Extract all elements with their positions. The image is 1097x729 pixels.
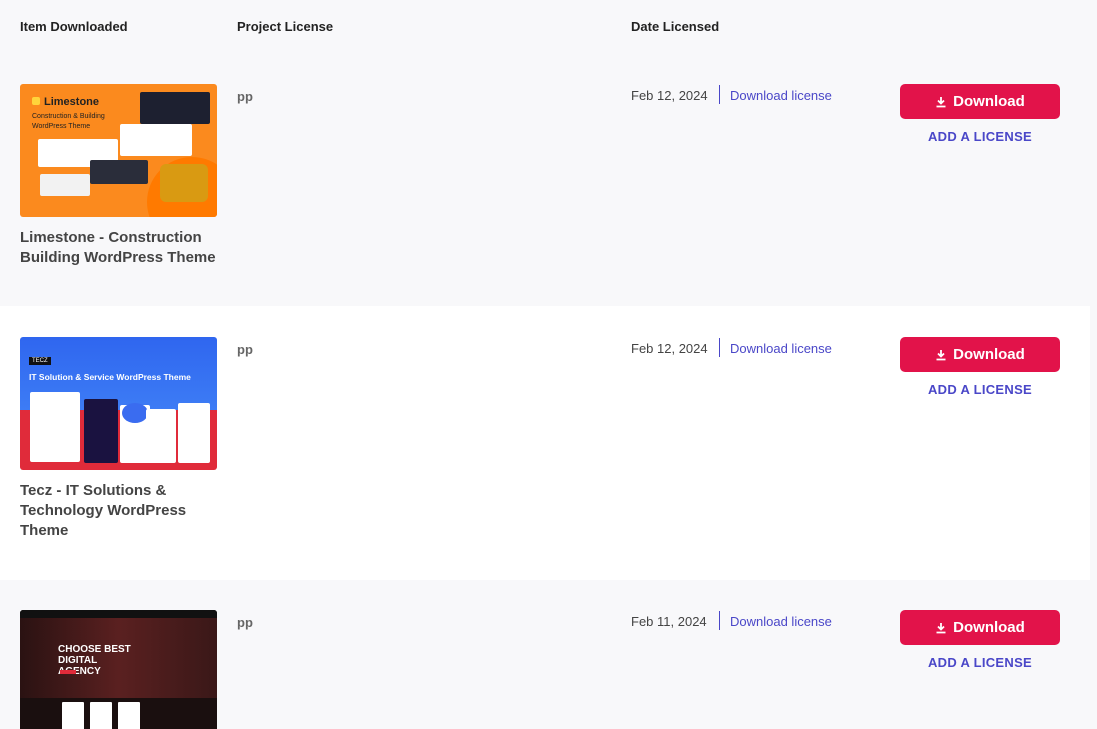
date-licensed: Feb 12, 2024 <box>631 88 708 103</box>
table-row: CHOOSE BEST DIGITAL AGENCY pp Feb 11, 20… <box>0 580 1090 729</box>
download-button-label: Download <box>953 93 1025 110</box>
divider <box>719 611 720 630</box>
divider <box>719 338 720 357</box>
thumbnail-badge: TECZ <box>29 357 51 365</box>
project-license: pp <box>237 89 253 104</box>
thumbnail-screen <box>178 403 210 463</box>
thumbnail-screen <box>140 92 210 124</box>
item-thumbnail[interactable]: TECZ IT Solution & Service WordPress The… <box>20 337 217 470</box>
table-header: Item Downloaded Project License Date Lic… <box>0 0 1097 52</box>
thumbnail-excavator <box>160 164 208 202</box>
thumbnail-screen <box>40 174 90 196</box>
thumbnail-screen <box>90 160 148 184</box>
thumbnail-brand: Limestone <box>32 96 99 108</box>
download-button-label: Download <box>953 346 1025 363</box>
divider <box>719 85 720 104</box>
thumbnail-screen <box>120 124 192 156</box>
download-arrow-icon <box>936 622 946 633</box>
thumbnail-subtitle: Construction & Building WordPress Theme <box>32 113 105 130</box>
download-arrow-icon <box>936 349 946 360</box>
download-button[interactable]: Download <box>900 610 1060 645</box>
thumbnail-card <box>62 702 84 729</box>
thumbnail-screen <box>84 399 118 463</box>
download-arrow-icon <box>936 96 946 107</box>
project-license: pp <box>237 342 253 357</box>
download-license-link[interactable]: Download license <box>730 341 832 356</box>
thumbnail-cta <box>60 670 76 674</box>
item-title[interactable]: Tecz - IT Solutions & Technology WordPre… <box>20 481 200 541</box>
table-row: TECZ IT Solution & Service WordPress The… <box>0 306 1090 580</box>
thumbnail-screen <box>30 392 80 462</box>
thumbnail-card <box>118 702 140 729</box>
download-license-link[interactable]: Download license <box>730 614 832 629</box>
item-thumbnail[interactable]: Limestone Construction & Building WordPr… <box>20 84 217 217</box>
add-license-link[interactable]: ADD A LICENSE <box>900 382 1060 397</box>
add-license-link[interactable]: ADD A LICENSE <box>900 655 1060 670</box>
download-button[interactable]: Download <box>900 84 1060 119</box>
date-licensed: Feb 11, 2024 <box>631 614 707 629</box>
download-license-link[interactable]: Download license <box>730 88 832 103</box>
thumbnail-screen <box>122 403 148 423</box>
download-button-label: Download <box>953 619 1025 636</box>
project-license: pp <box>237 615 253 630</box>
thumbnail-card <box>90 702 112 729</box>
thumbnail-title: IT Solution & Service WordPress Theme <box>29 372 191 382</box>
item-title[interactable]: Limestone - Construction Building WordPr… <box>20 228 220 268</box>
header-item-downloaded: Item Downloaded <box>20 19 128 34</box>
download-button[interactable]: Download <box>900 337 1060 372</box>
thumbnail-nav <box>20 610 217 618</box>
date-licensed: Feb 12, 2024 <box>631 341 708 356</box>
header-project-license: Project License <box>237 19 334 34</box>
item-thumbnail[interactable]: CHOOSE BEST DIGITAL AGENCY <box>20 610 217 729</box>
header-date-licensed: Date Licensed <box>631 19 720 34</box>
thumbnail-screen <box>146 409 176 463</box>
table-row: Limestone Construction & Building WordPr… <box>0 52 1090 306</box>
add-license-link[interactable]: ADD A LICENSE <box>900 129 1060 144</box>
